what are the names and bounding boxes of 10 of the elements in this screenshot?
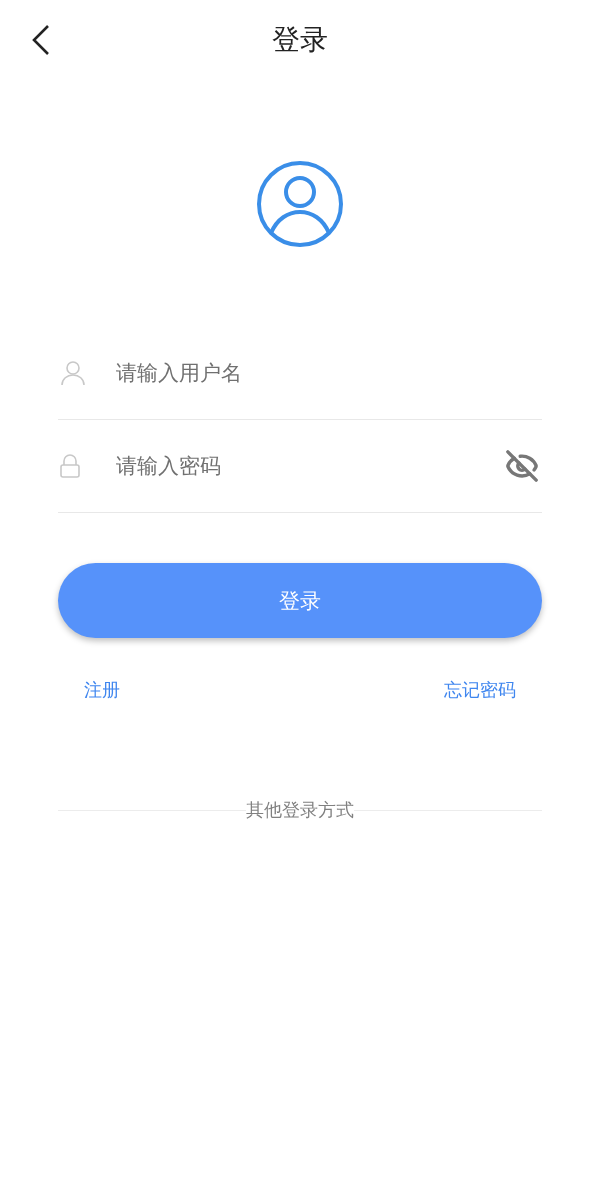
- other-login-label: 其他登录方式: [246, 798, 354, 822]
- login-button[interactable]: 登录: [58, 563, 542, 638]
- username-field[interactable]: 请输入用户名: [114, 360, 542, 386]
- user-icon: [60, 360, 86, 386]
- register-link[interactable]: 注册: [84, 678, 120, 702]
- avatar-icon: [257, 161, 343, 247]
- lock-icon: [60, 454, 80, 478]
- password-field[interactable]: 请输入密码: [114, 453, 502, 479]
- page-title: 登录: [272, 22, 328, 58]
- forgot-password-link[interactable]: 忘记密码: [444, 678, 516, 702]
